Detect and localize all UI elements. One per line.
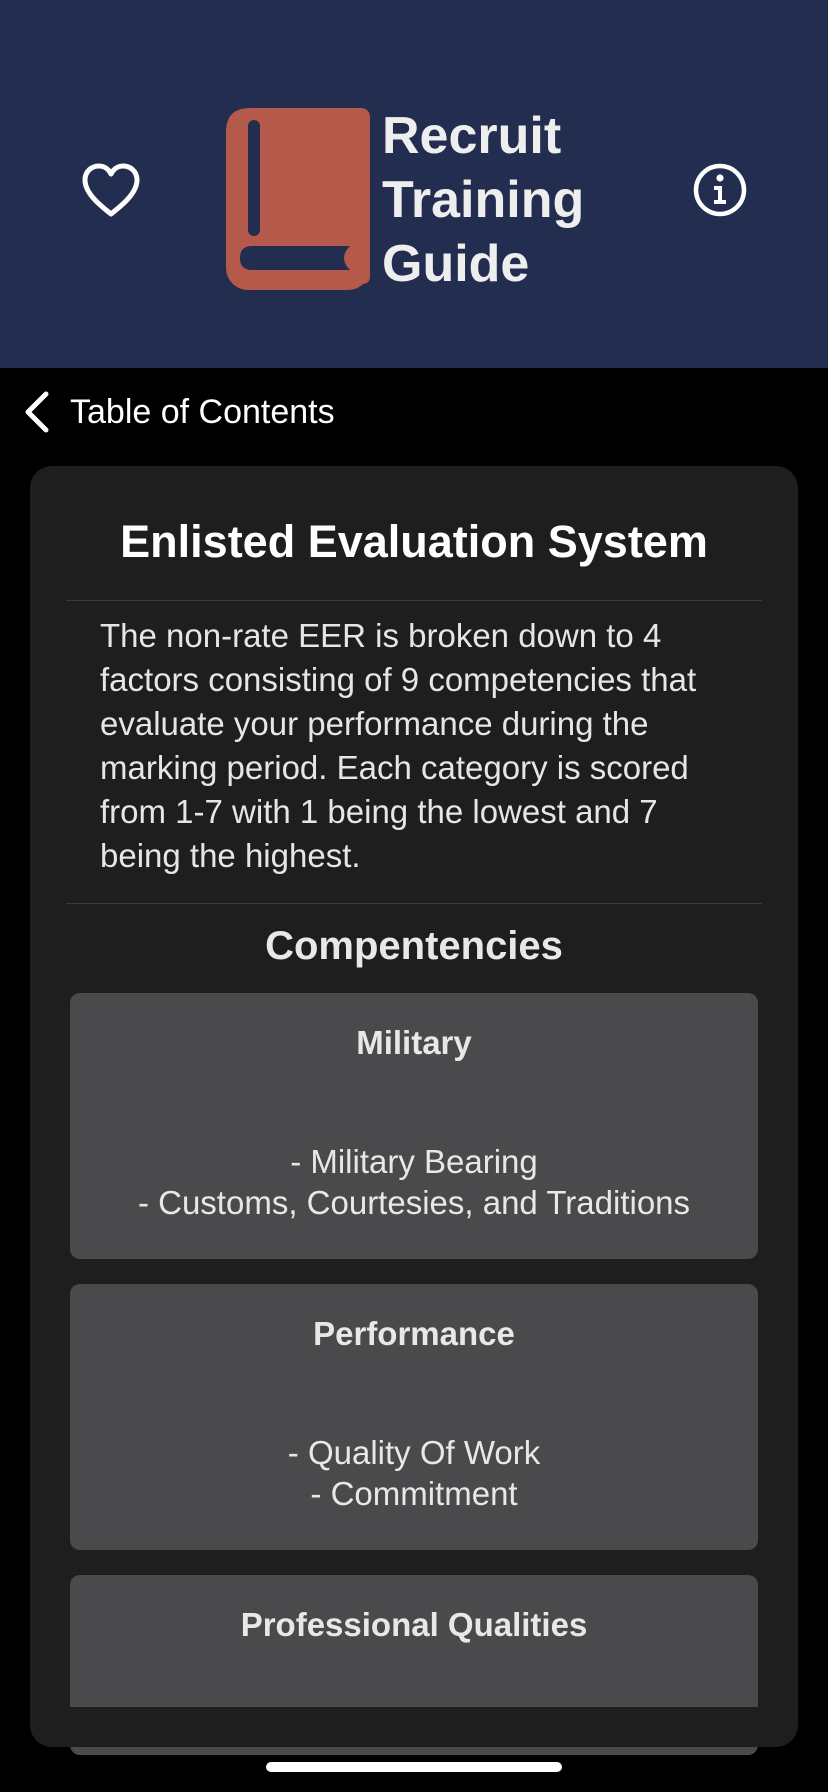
back-label: Table of Contents <box>70 392 335 431</box>
book-icon <box>226 108 370 290</box>
title-divider <box>66 600 762 601</box>
intro-text: The non-rate EER is broken down to 4 fac… <box>100 617 697 874</box>
competency-items: - Quality Of Work - Commitment <box>70 1432 758 1514</box>
competency-item: - Quality Of Work <box>287 1434 541 1471</box>
intro-divider <box>66 903 762 904</box>
competency-item: - Commitment <box>310 1475 518 1512</box>
competency-name: Performance <box>313 1315 515 1352</box>
competency-card-military: Military - Military Bearing - Customs, C… <box>70 993 758 1259</box>
competency-name: Military <box>356 1024 472 1061</box>
competency-card-performance: Performance - Quality Of Work - Commitme… <box>70 1284 758 1550</box>
app-title-line-3: Guide <box>382 235 530 293</box>
chevron-left-icon <box>25 391 49 433</box>
app-title-line-2: Training <box>382 171 585 229</box>
info-icon <box>693 163 747 217</box>
section-heading: Compentencies <box>265 924 563 968</box>
heart-icon <box>82 163 140 217</box>
card-bottom-edge <box>30 1707 798 1747</box>
favorite-button[interactable] <box>74 158 148 222</box>
back-to-table-of-contents[interactable]: Table of Contents <box>22 388 335 436</box>
competency-items: - Military Bearing - Customs, Courtesies… <box>70 1141 758 1223</box>
app-header: Recruit Training Guide <box>0 0 828 368</box>
page-title: Enlisted Evaluation System <box>120 516 708 567</box>
competency-name: Professional Qualities <box>240 1606 588 1643</box>
home-indicator[interactable] <box>266 1762 562 1772</box>
competency-item: - Customs, Courtesies, and Traditions <box>137 1184 691 1221</box>
app-title: Recruit Training Guide <box>382 104 642 296</box>
info-button[interactable] <box>690 160 750 220</box>
app-title-line-1: Recruit <box>382 107 562 165</box>
competency-item: - Military Bearing <box>290 1143 538 1180</box>
